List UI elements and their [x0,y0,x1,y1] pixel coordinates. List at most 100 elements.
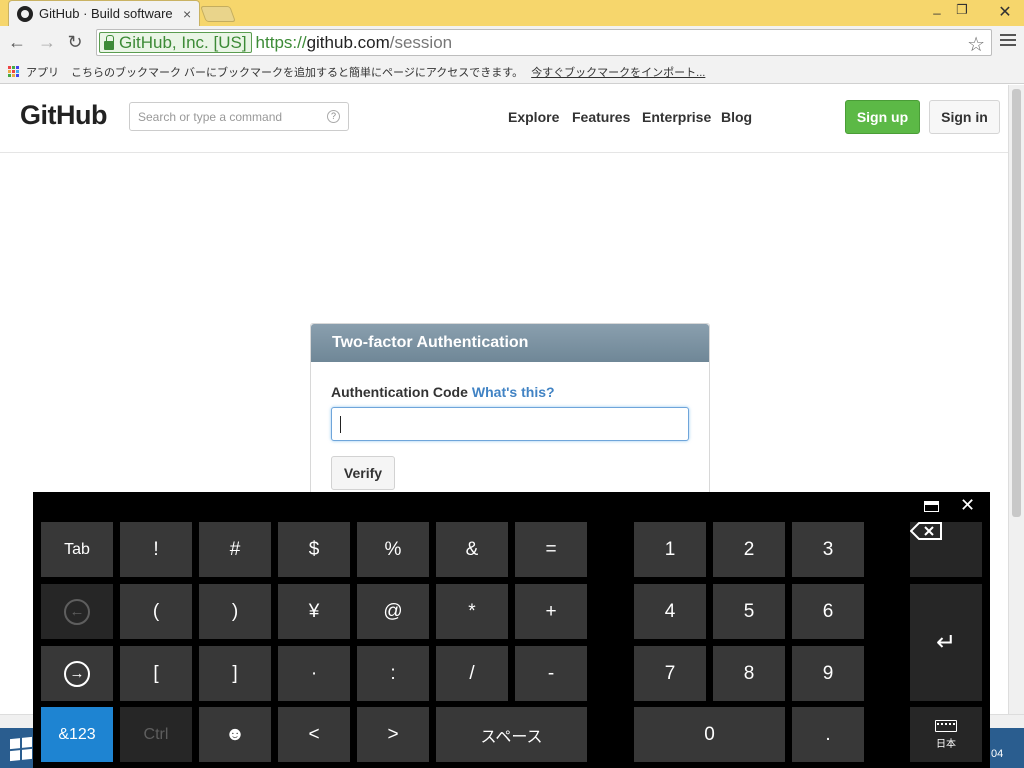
url-host: github.com [306,32,390,52]
windows-start-icon[interactable] [10,736,32,762]
back-arrow-icon[interactable]: ← [6,32,28,53]
window-minimize-button[interactable]: _ [925,0,949,15]
keyboard-close-icon[interactable]: ✕ [960,495,975,516]
key-symbol[interactable]: ( [120,584,192,639]
auth-code-label-text: Authentication Code [331,384,468,400]
tab-title: GitHub · Build software [39,6,173,21]
tab-close-icon[interactable]: × [183,6,191,22]
whats-this-link[interactable]: What's this? [472,384,555,400]
key-left[interactable]: < [278,707,350,762]
verify-button[interactable]: Verify [331,456,395,490]
key-symbol[interactable]: · [278,646,350,701]
auth-box-title: Two-factor Authentication [311,324,709,362]
bookmark-star-icon[interactable]: ☆ [967,32,985,57]
bookmark-apps[interactable]: アプリ [26,64,59,80]
key-forward[interactable]: → [41,646,113,701]
key-digit[interactable]: 9 [792,646,864,701]
smiley-icon: ☻ [225,723,245,745]
key-symbol[interactable]: % [357,522,429,577]
text-caret [340,416,341,433]
ev-certificate-badge[interactable]: GitHub, Inc. [US] [99,32,252,53]
nav-enterprise[interactable]: Enterprise [642,109,711,125]
browser-tab-active[interactable]: GitHub · Build software × [8,0,200,26]
authentication-code-input[interactable] [331,407,689,441]
chrome-menu-icon[interactable] [998,30,1018,50]
key-digit[interactable]: 5 [713,584,785,639]
url-text: https://github.com/session [256,33,453,53]
touch-keyboard: ✕ Tab ! # $ % & = ← ( ) ¥ @ * + → [ ] · … [33,492,990,768]
key-symbol[interactable]: - [515,646,587,701]
search-help-icon[interactable]: ? [327,110,340,123]
key-ctrl[interactable]: Ctrl [120,707,192,762]
auth-code-label: Authentication Code What's this? [331,384,555,400]
key-symbol[interactable]: = [515,522,587,577]
key-symbol[interactable]: ¥ [278,584,350,639]
key-symbol[interactable]: ] [199,646,271,701]
browser-toolbar: ← → ↻ GitHub, Inc. [US] https://github.c… [0,26,1024,60]
key-symbol[interactable]: ) [199,584,271,639]
command-search-input[interactable]: Search or type a command ? [129,102,349,131]
forward-arrow-icon[interactable]: → [36,32,58,53]
key-symbol[interactable]: ! [120,522,192,577]
key-backspace[interactable] [910,522,982,577]
bookmarks-empty-message: こちらのブックマーク バーにブックマークを追加すると簡単にページにアクセスできま… [71,66,524,79]
ime-language-label: 日本 [936,738,956,750]
key-enter[interactable]: ↵ [910,584,982,701]
key-tab[interactable]: Tab [41,522,113,577]
nav-features[interactable]: Features [572,109,630,125]
github-header: GitHub Search or type a command ? Explor… [0,85,1008,153]
key-ime-switch[interactable]: 日本 [910,707,982,762]
search-placeholder: Search or type a command [138,110,283,124]
backspace-icon [910,522,942,540]
key-digit[interactable]: 7 [634,646,706,701]
window-restore-button[interactable]: ❐ [950,2,974,18]
key-symbol[interactable]: : [357,646,429,701]
import-bookmarks-link[interactable]: 今すぐブックマークをインポート... [531,64,705,80]
bookmarks-bar: アプリ こちらのブックマーク バーにブックマークを追加すると簡単にページにアクセ… [0,60,1024,84]
keyboard-icon [935,719,957,732]
key-symbol[interactable]: & [436,522,508,577]
apps-grid-icon[interactable] [8,65,20,78]
key-digit[interactable]: 2 [713,522,785,577]
reload-icon[interactable]: ↻ [64,32,86,53]
key-digit[interactable]: 6 [792,584,864,639]
key-symbol[interactable]: @ [357,584,429,639]
key-symbol[interactable]: / [436,646,508,701]
url-scheme: https:// [255,32,307,52]
lock-icon [104,34,114,50]
key-emoji[interactable]: ☻ [199,707,271,762]
nav-blog[interactable]: Blog [721,109,752,125]
key-symbol[interactable]: # [199,522,271,577]
key-symbol-mode[interactable]: &123 [41,707,113,762]
key-symbol[interactable]: + [515,584,587,639]
key-right[interactable]: > [357,707,429,762]
key-digit[interactable]: 8 [713,646,785,701]
two-factor-auth-box: Two-factor Authentication Authentication… [310,323,710,503]
sign-in-button[interactable]: Sign in [929,100,1000,134]
url-path: /session [389,32,453,52]
nav-explore[interactable]: Explore [508,109,559,125]
vertical-scrollbar[interactable] [1008,85,1024,768]
browser-titlebar: GitHub · Build software × _ ❐ ✕ [0,0,1024,26]
github-favicon-icon [17,5,33,22]
github-logo[interactable]: GitHub [20,100,107,131]
key-digit[interactable]: 3 [792,522,864,577]
key-digit[interactable]: 4 [634,584,706,639]
key-symbol[interactable]: [ [120,646,192,701]
sign-up-button[interactable]: Sign up [845,100,920,134]
key-dot[interactable]: . [792,707,864,762]
window-close-button[interactable]: ✕ [990,2,1020,22]
key-symbol[interactable]: $ [278,522,350,577]
back-circle-arrow-icon: ← [64,598,90,625]
key-back-disabled: ← [41,584,113,639]
forward-circle-arrow-icon: → [64,660,90,687]
keyboard-dock-icon[interactable] [924,501,939,512]
key-space[interactable]: スペース [436,707,587,762]
key-symbol[interactable]: * [436,584,508,639]
taskbar-clock[interactable]: 04 [991,748,1003,760]
key-zero[interactable]: 0 [634,707,785,762]
address-bar[interactable]: GitHub, Inc. [US] https://github.com/ses… [96,29,992,56]
new-tab-button[interactable] [200,6,236,22]
key-digit[interactable]: 1 [634,522,706,577]
scrollbar-thumb[interactable] [1012,89,1021,517]
